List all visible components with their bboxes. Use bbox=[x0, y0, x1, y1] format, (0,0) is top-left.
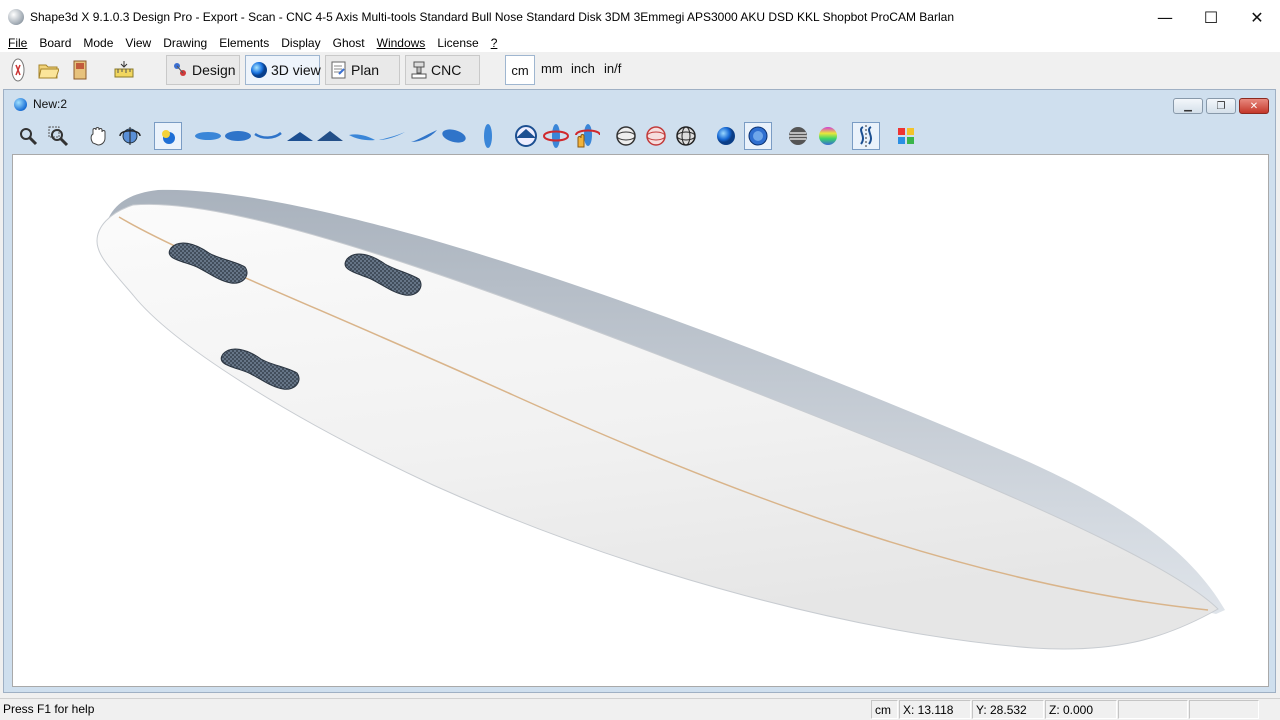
minimize-button[interactable]: — bbox=[1142, 0, 1188, 34]
menu-windows[interactable]: Windows bbox=[371, 36, 432, 50]
document-globe-icon bbox=[14, 97, 27, 111]
status-y-coord: Y: 28.532 bbox=[972, 700, 1044, 719]
document-title: New:2 bbox=[33, 97, 68, 111]
fly-mode-icon[interactable] bbox=[512, 122, 540, 150]
design-icon bbox=[171, 61, 189, 79]
cnc-mode-label: CNC bbox=[431, 62, 462, 78]
mesh-sphere-icon[interactable] bbox=[672, 122, 700, 150]
unit-cm[interactable]: cm bbox=[505, 55, 535, 85]
open-folder-icon[interactable] bbox=[34, 56, 62, 84]
document-window: New:2 ▁ ❐ ✕ bbox=[3, 89, 1276, 693]
unit-mm[interactable]: mm bbox=[541, 61, 563, 76]
rainbow-sphere-icon[interactable] bbox=[814, 122, 842, 150]
doc-minimize-button[interactable]: ▁ bbox=[1173, 98, 1203, 114]
status-help-text: Press F1 for help bbox=[3, 702, 95, 716]
maximize-button[interactable]: ☐ bbox=[1188, 0, 1234, 34]
design-mode-label: Design bbox=[192, 62, 236, 78]
menu-display[interactable]: Display bbox=[275, 36, 326, 50]
rotate-horizontal-icon[interactable] bbox=[542, 122, 570, 150]
rocker-view-icon[interactable] bbox=[254, 122, 282, 150]
back-view-icon[interactable] bbox=[316, 122, 344, 150]
stripes-sphere-icon[interactable] bbox=[784, 122, 812, 150]
status-empty-2 bbox=[1189, 700, 1259, 719]
side-right-icon[interactable] bbox=[378, 122, 406, 150]
surfboard-render bbox=[96, 189, 1225, 650]
document-controls: ▁ ❐ ✕ bbox=[1173, 98, 1269, 114]
select-color-icon[interactable] bbox=[154, 122, 182, 150]
app-window: Shape3d X 9.1.0.3 Design Pro - Export - … bbox=[0, 0, 1280, 720]
unit-in-f[interactable]: in/f bbox=[604, 61, 621, 76]
design-mode-button[interactable]: Design bbox=[166, 55, 240, 85]
menu-file[interactable]: File bbox=[2, 36, 33, 50]
doc-restore-button[interactable]: ❐ bbox=[1206, 98, 1236, 114]
status-bar: Press F1 for help cm X: 13.118 Y: 28.532… bbox=[0, 698, 1280, 720]
close-button[interactable]: ✕ bbox=[1234, 0, 1280, 34]
board-deck bbox=[96, 203, 1219, 650]
menu-license[interactable]: License bbox=[431, 36, 484, 50]
front-view-icon[interactable] bbox=[286, 122, 314, 150]
menu-help[interactable]: ? bbox=[485, 36, 504, 50]
view3d-mode-button[interactable]: 3D view bbox=[245, 55, 321, 85]
menu-board[interactable]: Board bbox=[33, 36, 77, 50]
plan-mode-button[interactable]: Plan bbox=[325, 55, 400, 85]
document-title-bar: New:2 ▁ ❐ ✕ bbox=[4, 90, 1275, 118]
zoom-window-icon[interactable] bbox=[44, 122, 72, 150]
app-logo-icon bbox=[8, 9, 24, 25]
angle-view-icon[interactable] bbox=[440, 122, 468, 150]
blue-sphere-icon[interactable] bbox=[712, 122, 740, 150]
side-left-icon[interactable] bbox=[348, 122, 376, 150]
rotate-view-icon[interactable] bbox=[116, 122, 144, 150]
cnc-mode-button[interactable]: CNC bbox=[405, 55, 480, 85]
bottom-view-icon[interactable] bbox=[194, 122, 222, 150]
menu-view[interactable]: View bbox=[119, 36, 157, 50]
view3d-mode-label: 3D view bbox=[271, 62, 321, 78]
main-toolbar: Design 3D view Plan CNC cm mm inch in/f bbox=[0, 52, 1280, 88]
zoom-icon[interactable] bbox=[14, 122, 42, 150]
menu-mode[interactable]: Mode bbox=[77, 36, 119, 50]
top-view-icon[interactable] bbox=[224, 122, 252, 150]
three-quarter-icon[interactable] bbox=[410, 122, 438, 150]
pan-hand-icon[interactable] bbox=[84, 122, 112, 150]
red-sphere-icon[interactable] bbox=[642, 122, 670, 150]
doc-close-button[interactable]: ✕ bbox=[1239, 98, 1269, 114]
menu-ghost[interactable]: Ghost bbox=[327, 36, 371, 50]
rotate-hand-icon[interactable] bbox=[572, 122, 600, 150]
plan-sheet-icon bbox=[330, 61, 348, 79]
status-empty-1 bbox=[1118, 700, 1188, 719]
status-x-coord: X: 13.118 bbox=[899, 700, 971, 719]
measure-tool-icon[interactable] bbox=[110, 56, 138, 84]
3d-viewport[interactable] bbox=[12, 154, 1269, 687]
status-unit: cm bbox=[871, 700, 898, 719]
window-title: Shape3d X 9.1.0.3 Design Pro - Export - … bbox=[30, 10, 954, 24]
wire-sphere-icon[interactable] bbox=[612, 122, 640, 150]
status-z-coord: Z: 0.000 bbox=[1045, 700, 1117, 719]
menu-elements[interactable]: Elements bbox=[213, 36, 275, 50]
shaded-sphere-icon[interactable] bbox=[744, 122, 772, 150]
save-board-icon[interactable] bbox=[66, 56, 94, 84]
plan-mode-label: Plan bbox=[351, 62, 380, 78]
vertical-view-icon[interactable] bbox=[474, 122, 502, 150]
curve-split-icon[interactable] bbox=[852, 122, 880, 150]
menu-drawing[interactable]: Drawing bbox=[157, 36, 213, 50]
cnc-machine-icon bbox=[410, 61, 428, 79]
unit-inch[interactable]: inch bbox=[571, 61, 595, 76]
color-palette-icon[interactable] bbox=[892, 122, 920, 150]
globe-icon bbox=[250, 61, 268, 79]
menu-bar: File Board Mode View Drawing Elements Di… bbox=[0, 34, 1280, 52]
window-controls: — ☐ ✕ bbox=[1142, 0, 1280, 34]
view-toolbar bbox=[12, 120, 1272, 152]
title-bar: Shape3d X 9.1.0.3 Design Pro - Export - … bbox=[0, 0, 1280, 34]
new-file-icon[interactable] bbox=[4, 56, 32, 84]
